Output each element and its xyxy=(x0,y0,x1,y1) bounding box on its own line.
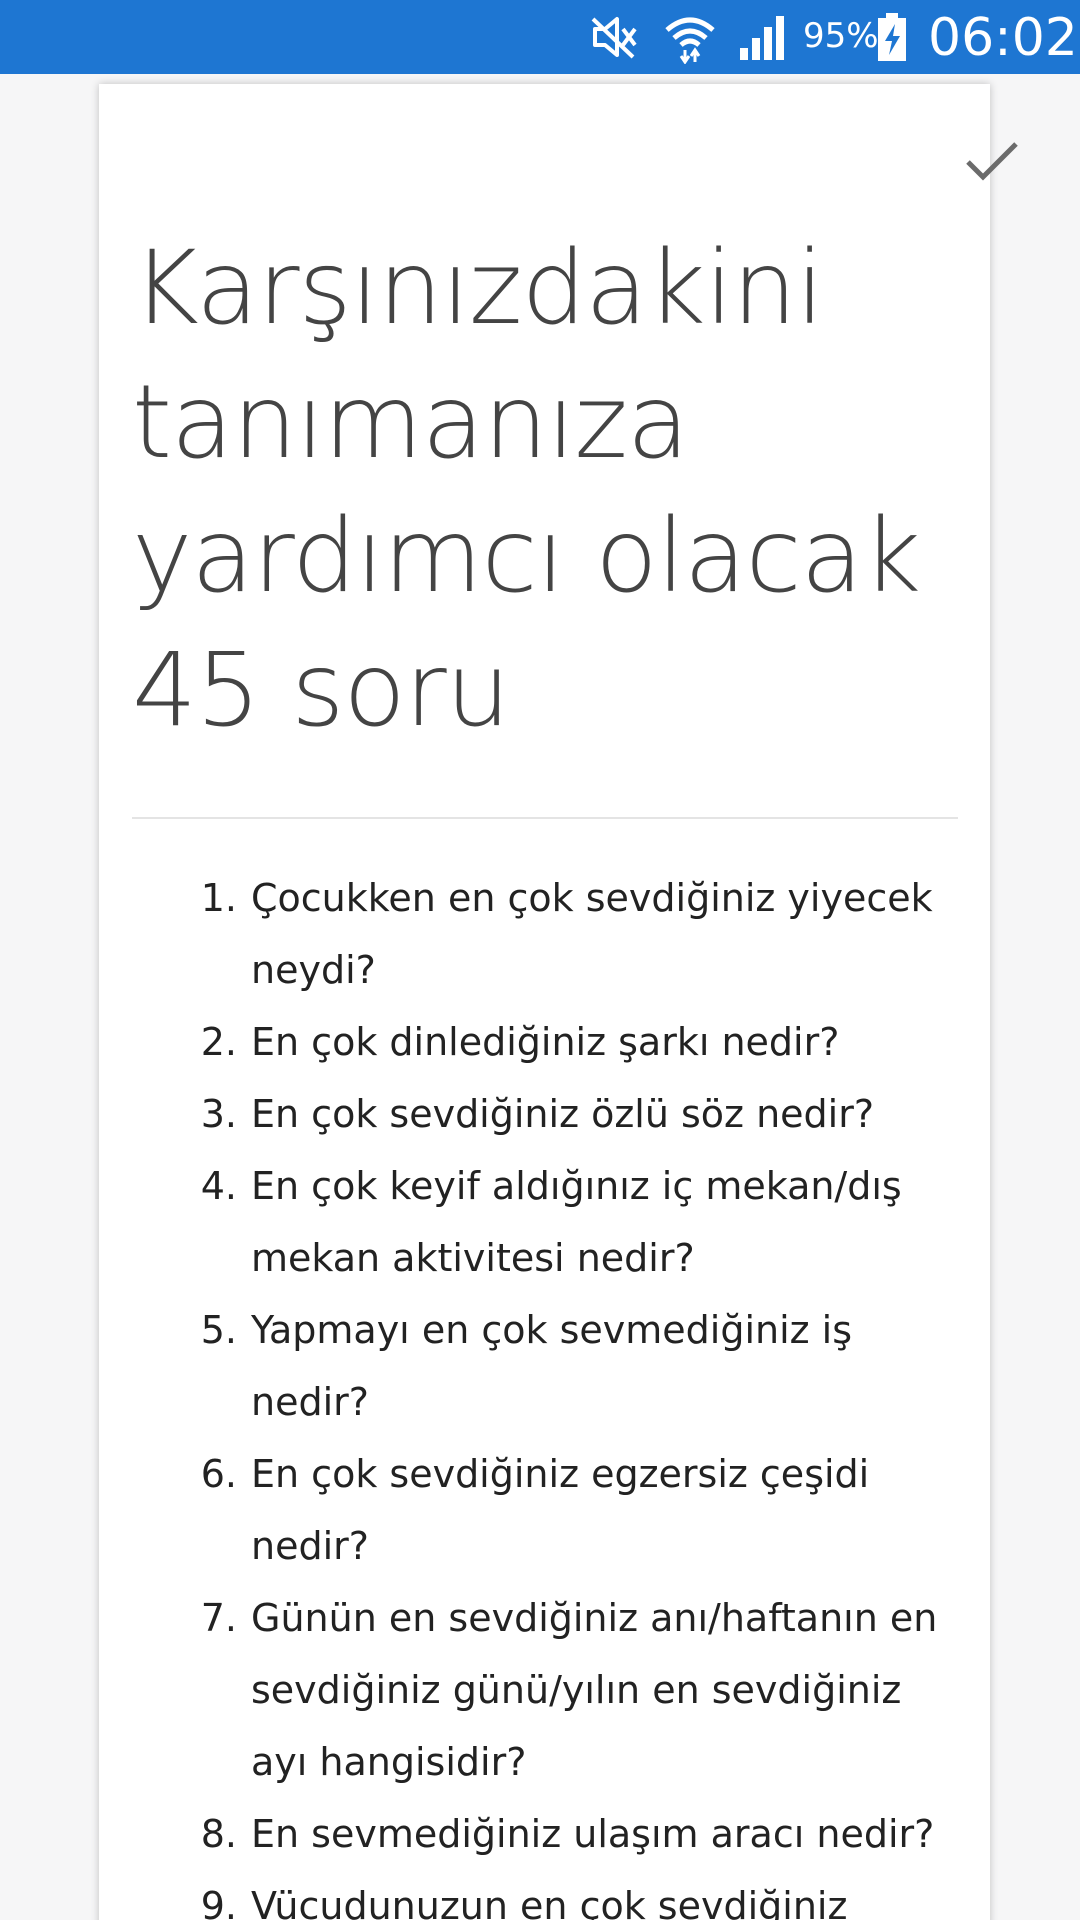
list-item-number: 3. xyxy=(200,1092,237,1136)
list-item-number: 1. xyxy=(200,876,237,920)
list-item-text: En sevmediğiniz ulaşım aracı nedir? xyxy=(251,1812,935,1856)
list-item-text: Yapmayı en çok sevmediğiniz iş nedir? xyxy=(251,1308,853,1424)
list-item-number: 8. xyxy=(200,1812,237,1856)
list-item: 8. En sevmediğiniz ulaşım aracı nedir? xyxy=(99,1798,990,1870)
list-item: 5. Yapmayı en çok sevmediğiniz iş nedir? xyxy=(99,1294,990,1438)
list-item-number: 9. xyxy=(200,1884,237,1920)
list-item-number: 6. xyxy=(200,1452,237,1496)
list-item-number: 4. xyxy=(200,1164,237,1208)
article-title: Karşınızdakini tanımanıza yardımcı olaca… xyxy=(132,229,921,750)
list-item: 2. En çok dinlediğiniz şarkı nedir? xyxy=(99,1006,990,1078)
list-item: 3. En çok sevdiğiniz özlü söz nedir? xyxy=(99,1078,990,1150)
mute-icon xyxy=(586,0,642,74)
list-item: 9. Vücudunuzun en çok sevdiğiniz xyxy=(99,1870,990,1920)
list-item-text: Vücudunuzun en çok sevdiğiniz xyxy=(251,1884,848,1920)
list-item-text: En çok sevdiğiniz özlü söz nedir? xyxy=(251,1092,875,1136)
list-item-text: En çok dinlediğiniz şarkı nedir? xyxy=(251,1020,840,1064)
divider xyxy=(132,817,958,819)
check-icon xyxy=(966,142,1018,181)
list-item: 6. En çok sevdiğiniz egzersiz çeşidi ned… xyxy=(99,1438,990,1582)
article-page: Karşınızdakini tanımanıza yardımcı olaca… xyxy=(0,74,1080,1920)
status-time: 06:02 xyxy=(928,8,1078,68)
list-item-text: En çok keyif aldığınız iç mekan/dış meka… xyxy=(251,1164,902,1280)
list-item-number: 7. xyxy=(200,1596,237,1640)
signal-icon xyxy=(736,0,790,74)
battery-charging-icon xyxy=(874,0,910,74)
list-item: 4. En çok keyif aldığınız iç mekan/dış m… xyxy=(99,1150,990,1294)
question-list: 1. Çocukken en çok sevdiğiniz yiyecek ne… xyxy=(99,862,990,1920)
list-item-text: Çocukken en çok sevdiğiniz yiyecek neydi… xyxy=(251,876,933,992)
done-button[interactable] xyxy=(957,126,1027,196)
article-card: Karşınızdakini tanımanıza yardımcı olaca… xyxy=(99,84,1018,1920)
list-item-number: 2. xyxy=(200,1020,237,1064)
list-item: 1. Çocukken en çok sevdiğiniz yiyecek ne… xyxy=(99,862,990,1006)
battery-percent: 95% xyxy=(803,16,879,56)
list-item-number: 5. xyxy=(200,1308,237,1352)
list-item: 7. Günün en sevdiğiniz anı/haftanın en s… xyxy=(99,1582,990,1798)
wifi-icon xyxy=(660,0,720,74)
list-item-text: Günün en sevdiğiniz anı/haftanın en sevd… xyxy=(251,1596,938,1784)
list-item-text: En çok sevdiğiniz egzersiz çeşidi nedir? xyxy=(251,1452,870,1568)
status-bar: 95% 06:02 xyxy=(0,0,1080,74)
